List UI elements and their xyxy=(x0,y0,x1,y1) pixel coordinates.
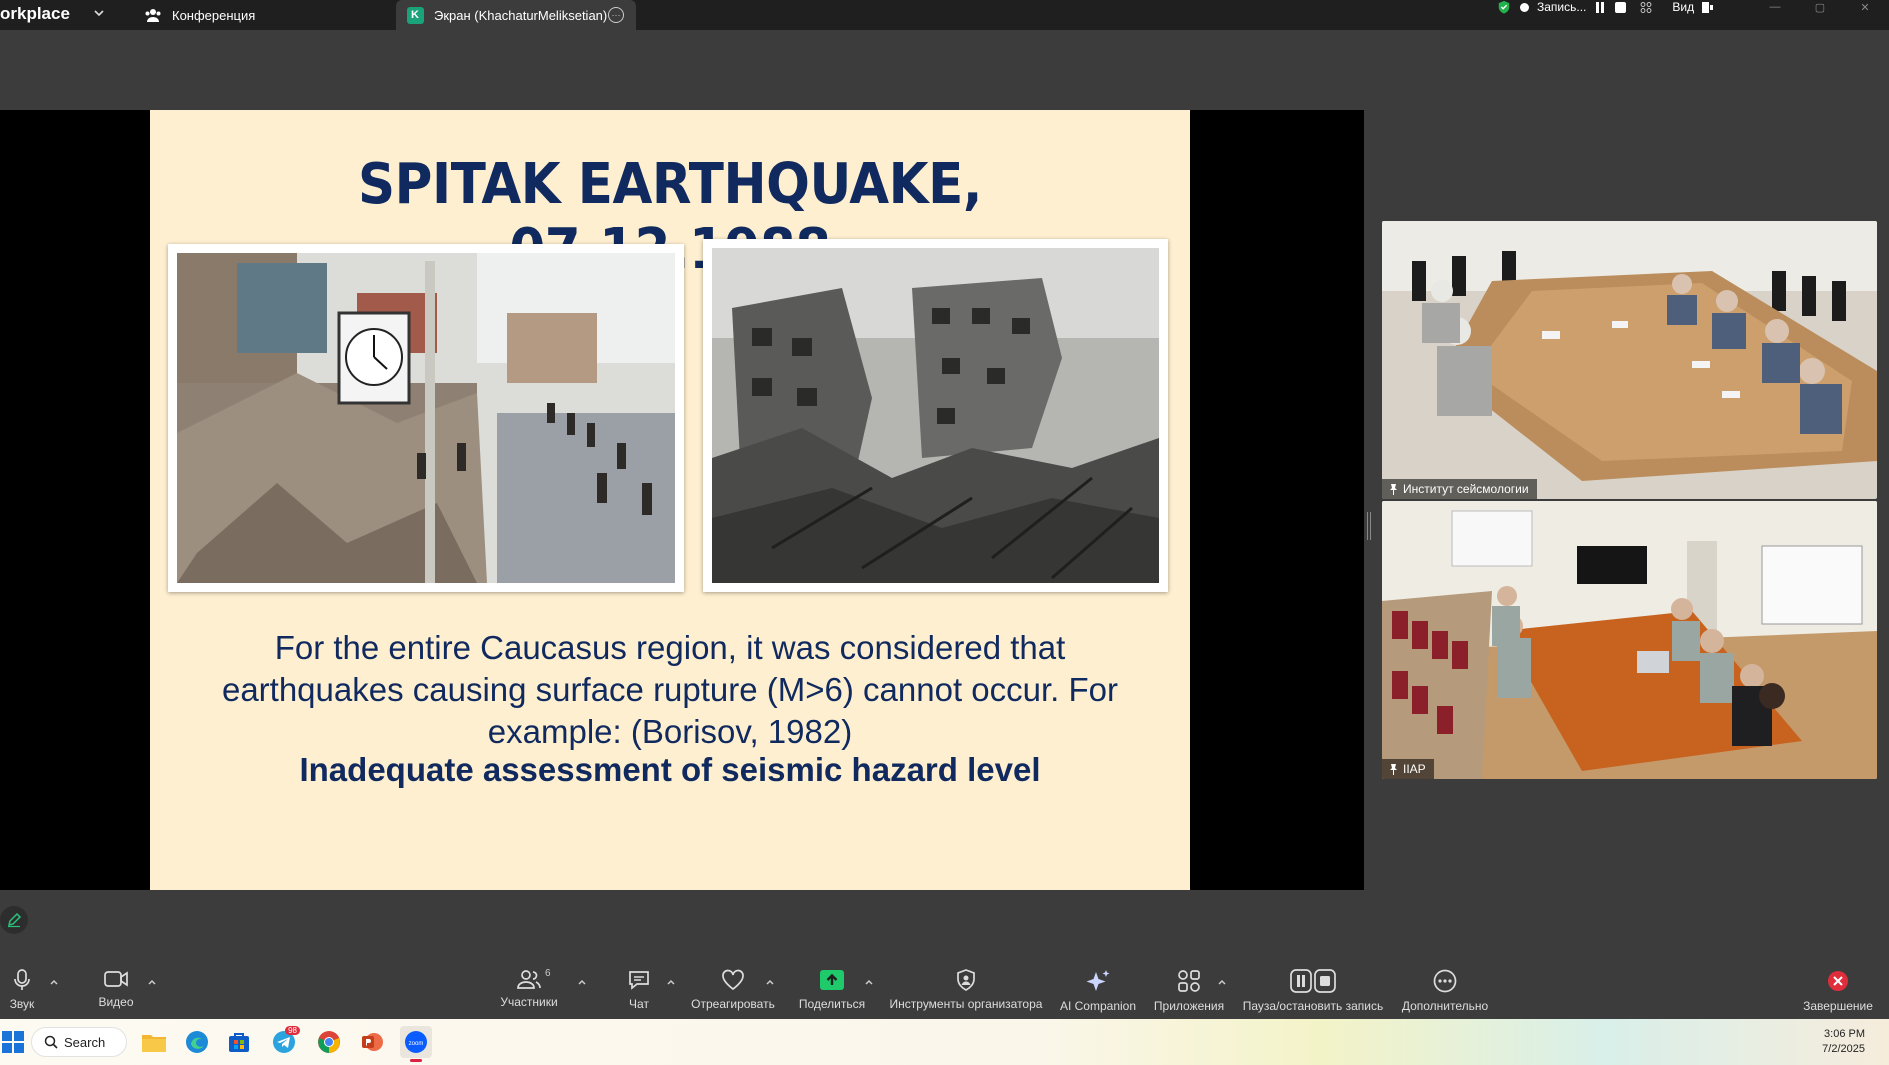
system-clock[interactable]: 3:06 PM 7/2/2025 xyxy=(1822,1027,1865,1057)
chevron-down-icon[interactable] xyxy=(92,6,106,20)
share-screen-button[interactable]: Поделиться xyxy=(797,955,867,1019)
edge-browser-icon[interactable] xyxy=(181,1026,213,1058)
audio-button[interactable]: Звук xyxy=(2,955,42,1019)
ai-companion-button[interactable]: AI Companion xyxy=(1058,955,1138,1019)
earthquake-street-photo xyxy=(168,244,684,592)
participants-button[interactable]: Участники xyxy=(497,955,561,1019)
view-label[interactable]: Вид xyxy=(1672,0,1694,14)
participants-caret-icon[interactable] xyxy=(577,977,587,987)
view-menu-icon[interactable] xyxy=(1702,1,1714,13)
host-tools-button[interactable]: Инструменты организатора xyxy=(888,955,1044,1019)
pin-icon xyxy=(1390,484,1397,495)
pause-stop-recording-icon xyxy=(1290,969,1336,993)
camera-icon xyxy=(104,971,128,987)
react-button[interactable]: Отреагировать xyxy=(690,955,776,1019)
body-line: For the entire Caucasus region, it was c… xyxy=(274,629,1066,666)
pause-stop-recording-button[interactable]: Пауза/остановить запись xyxy=(1240,955,1386,1019)
powerpoint-icon[interactable] xyxy=(356,1026,388,1058)
microsoft-store-icon[interactable] xyxy=(223,1026,255,1058)
taskbar-search[interactable]: Search xyxy=(31,1027,127,1057)
more-options-icon[interactable]: ··· xyxy=(608,7,624,23)
host-shield-icon xyxy=(957,969,975,991)
search-icon xyxy=(44,1035,58,1049)
gallery-view-icon[interactable] xyxy=(1640,1,1652,13)
file-explorer-icon[interactable] xyxy=(138,1026,170,1058)
apps-caret-icon[interactable] xyxy=(1217,977,1227,987)
heart-icon xyxy=(722,969,744,991)
chat-caret-icon[interactable] xyxy=(666,977,676,987)
recording-indicator: Запись... Вид xyxy=(1496,0,1714,14)
windows-start-icon[interactable] xyxy=(2,1031,24,1053)
tab-conference[interactable]: Конференция xyxy=(130,0,392,30)
maximize-icon[interactable]: ▢ xyxy=(1810,0,1830,14)
participant-video[interactable]: IIAP xyxy=(1382,501,1877,779)
participant-name-label: IIAP xyxy=(1382,759,1434,779)
shared-screen: SPITAK EARTHQUAKE, 07.12.1988 xyxy=(0,110,1364,890)
close-window-icon[interactable]: ✕ xyxy=(1855,0,1875,14)
participant-video[interactable]: Институт сейсмологии xyxy=(1382,221,1877,499)
collapsed-building-photo xyxy=(703,239,1168,592)
pin-icon xyxy=(1390,764,1397,775)
annotate-pencil-icon[interactable] xyxy=(0,906,28,934)
windows-taskbar: Search 98 zoom 3:06 PM 7/2/2025 xyxy=(0,1019,1889,1065)
participants-icon xyxy=(517,970,541,989)
user-badge-icon: K xyxy=(404,6,426,24)
presentation-slide: SPITAK EARTHQUAKE, 07.12.1988 xyxy=(150,110,1190,890)
tab-label: Конференция xyxy=(172,7,256,23)
record-dot-icon xyxy=(1520,2,1529,12)
stop-icon[interactable] xyxy=(1614,1,1626,13)
app-brand: orkplace xyxy=(0,4,70,23)
share-caret-icon[interactable] xyxy=(864,977,874,987)
title-bar: orkplace Конференция K Экран (KhachaturM… xyxy=(0,0,1889,30)
svg-text:zoom: zoom xyxy=(409,1041,424,1047)
participant-name-label: Институт сейсмологии xyxy=(1382,479,1537,499)
ai-sparkle-icon xyxy=(1086,970,1110,991)
video-button[interactable]: Видео xyxy=(94,955,138,1019)
chat-button[interactable]: Чат xyxy=(624,955,654,1019)
security-shield-icon xyxy=(1498,0,1510,14)
slide-conclusion: Inadequate assessment of seismic hazard … xyxy=(299,751,1041,788)
audio-options-caret-icon[interactable] xyxy=(49,977,59,987)
telegram-badge: 98 xyxy=(285,1026,300,1035)
meeting-icon xyxy=(142,6,164,24)
participants-count: 6 xyxy=(545,968,551,979)
video-options-caret-icon[interactable] xyxy=(147,977,157,987)
microphone-icon xyxy=(14,969,30,990)
telegram-icon[interactable]: 98 xyxy=(268,1026,300,1058)
minimize-icon[interactable]: — xyxy=(1765,0,1785,14)
zoom-meeting-window: orkplace Конференция K Экран (KhachaturM… xyxy=(0,0,1889,1065)
body-line: example: (Borisov, 1982) xyxy=(487,713,853,750)
more-button[interactable]: Дополнительно xyxy=(1398,955,1492,1019)
end-meeting-button[interactable]: Завершение xyxy=(1800,955,1876,1019)
zoom-app-icon[interactable]: zoom xyxy=(400,1026,432,1062)
share-screen-icon xyxy=(820,970,844,990)
react-caret-icon[interactable] xyxy=(765,977,775,987)
end-meeting-icon xyxy=(1828,971,1848,991)
apps-icon xyxy=(1178,970,1200,992)
slide-body: For the entire Caucasus region, it was c… xyxy=(150,627,1190,753)
chat-icon xyxy=(629,971,649,990)
apps-button[interactable]: Приложения xyxy=(1152,955,1226,1019)
meeting-toolbar: Звук Видео Участники 6 Чат Отреагировать… xyxy=(0,955,1889,1019)
pause-icon[interactable] xyxy=(1594,1,1606,13)
body-line: earthquakes causing surface rupture (M>6… xyxy=(221,671,1119,708)
tab-label: Экран (KhachaturMeliksetian) xyxy=(434,7,608,23)
chrome-icon[interactable] xyxy=(313,1026,345,1058)
recording-label: Запись... xyxy=(1537,0,1587,14)
more-dots-icon xyxy=(1433,969,1457,993)
tab-screen-share[interactable]: K Экран (KhachaturMeliksetian) ··· xyxy=(396,0,636,30)
resize-handle[interactable] xyxy=(1367,512,1371,540)
